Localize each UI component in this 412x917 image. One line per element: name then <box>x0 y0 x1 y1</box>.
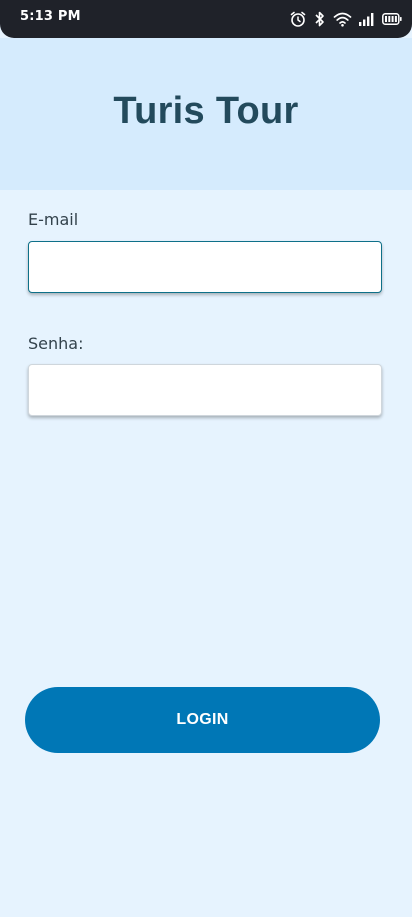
password-field[interactable] <box>28 364 382 416</box>
status-bar: 5:13 PM <box>0 0 412 38</box>
email-field[interactable] <box>28 241 382 293</box>
email-label: E-mail <box>28 210 79 229</box>
battery-icon <box>382 13 402 25</box>
alarm-icon <box>290 11 306 27</box>
bluetooth-icon <box>315 11 324 27</box>
header: Turis Tour <box>0 38 412 190</box>
wifi-icon <box>333 12 352 27</box>
status-icons <box>289 10 402 28</box>
login-screen: 5:13 PM Turis Tour E-mail Senha: LOGIN <box>0 0 412 917</box>
password-label: Senha: <box>28 334 84 353</box>
app-title: Turis Tour <box>113 90 299 132</box>
status-time: 5:13 PM <box>20 9 81 24</box>
login-button[interactable]: LOGIN <box>25 687 380 753</box>
signal-icon <box>359 13 374 26</box>
